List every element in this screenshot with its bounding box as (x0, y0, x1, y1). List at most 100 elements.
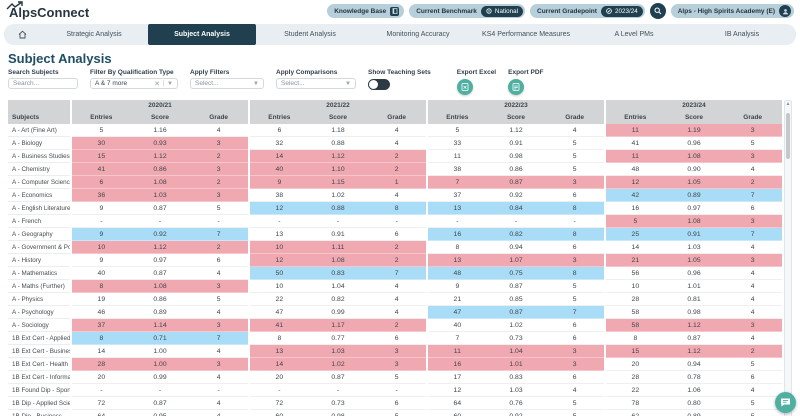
apply-comparisons-select[interactable]: Select... ▼ (276, 78, 356, 89)
chevron-down-icon[interactable]: ▼ (253, 81, 259, 87)
current-gradepoint-pill[interactable]: Current Gradepoint 2023/24 (530, 4, 645, 18)
select-divider (163, 80, 164, 87)
grade-cell: 3 (723, 215, 782, 227)
table-row[interactable]: A - Government & Polit..101.122101.11280… (8, 241, 782, 254)
entries-cell: 12 (428, 384, 487, 396)
chevron-down-icon[interactable]: ▼ (167, 81, 173, 87)
account-pill[interactable]: Alps - High Spirits Academy (E) (671, 4, 794, 18)
entries-cell: 78 (606, 397, 665, 409)
export-excel-button[interactable] (457, 79, 473, 95)
year-cell-group: 51.083 (606, 215, 782, 228)
entries-cell: 28 (606, 371, 665, 383)
table-row[interactable]: 1B Dip - Business640.954600.985600.92562… (8, 410, 782, 416)
table-row[interactable]: A - Geography90.927130.916160.828250.917 (8, 228, 782, 241)
table-row[interactable]: 1B Found Dip - Sport------121.034221.064 (8, 384, 782, 397)
table-row[interactable]: 1B Dip - Applied Science720.874720.73664… (8, 397, 782, 410)
score-cell: 1.08 (665, 150, 724, 162)
score-cell: 1.04 (309, 280, 368, 292)
year-cell-group: 111.043 (428, 345, 604, 358)
qualification-type-select[interactable]: A & 7 more ✕ ▼ (90, 78, 178, 89)
table-row[interactable]: 1B Ext Cert - Applied S..80.71780.77670.… (8, 332, 782, 345)
column-header-score: Score (487, 111, 546, 124)
year-cell-group: 281.003 (72, 358, 248, 371)
year-cell-group: 380.865 (428, 163, 604, 176)
table-row[interactable]: A - Mathematics400.874500.837480.758560.… (8, 267, 782, 280)
tab-monitoring-accuracy[interactable]: Monitoring Accuracy (364, 24, 472, 45)
export-pdf-label: Export PDF (508, 69, 543, 76)
table-row[interactable]: A - Biology300.933320.884330.915410.965 (8, 137, 782, 150)
entries-cell: 9 (72, 202, 131, 214)
gradepoint-check-icon (606, 8, 612, 14)
table-scrollbar[interactable]: ▲ (784, 100, 792, 416)
grade-cell: 7 (723, 189, 782, 201)
export-pdf-button[interactable] (508, 79, 524, 95)
score-cell: - (487, 215, 546, 227)
help-chat-fab[interactable] (775, 392, 796, 413)
chevron-down-icon[interactable]: ▼ (345, 81, 351, 87)
table-row[interactable]: A - French---------51.083 (8, 215, 782, 228)
show-teaching-sets-toggle[interactable] (368, 79, 390, 90)
table-row[interactable]: A - Sociology371.143411.172401.026581.12… (8, 319, 782, 332)
entries-cell: 64 (72, 410, 131, 416)
export-excel-label: Export Excel (457, 69, 496, 76)
score-cell: 1.19 (665, 124, 724, 136)
qualification-type-label: Filter By Qualification Type (90, 69, 178, 76)
search-subjects-input[interactable]: Search... (8, 78, 78, 89)
table-row[interactable]: A - Physics190.865220.824210.855280.814 (8, 293, 782, 306)
score-cell: 1.12 (665, 345, 724, 357)
year-cell-group: 420.897 (606, 189, 782, 202)
scroll-up-icon[interactable]: ▲ (785, 101, 791, 108)
knowledge-base-pill[interactable]: Knowledge Base (327, 4, 404, 18)
entries-cell: 13 (428, 254, 487, 266)
table-row[interactable]: A - Maths (Further)81.083101.04490.87510… (8, 280, 782, 293)
table-row[interactable]: A - Chemistry410.863401.102380.865480.90… (8, 163, 782, 176)
current-benchmark-pill[interactable]: Current Benchmark National (409, 4, 525, 18)
score-cell: 1.08 (309, 254, 368, 266)
score-cell: 1.00 (131, 345, 190, 357)
tab-ks4-performance-measures[interactable]: KS4 Performance Measures (472, 24, 580, 45)
table-row[interactable]: A - English Literature90.875120.888130.8… (8, 202, 782, 215)
subject-cell: A - Government & Polit.. (8, 241, 70, 254)
search-placeholder: Search... (13, 80, 73, 87)
clear-icon[interactable]: ✕ (154, 80, 160, 88)
table-row[interactable]: A - Business Studies151.122141.122110.98… (8, 150, 782, 163)
table-row[interactable]: A - Art (Fine Art)51.16461.18451.124111.… (8, 124, 782, 137)
score-cell: 0.89 (131, 306, 190, 318)
year-cell-group: --- (250, 215, 426, 228)
table-row[interactable]: A - History90.976121.082131.073211.053 (8, 254, 782, 267)
year-cell-group: 480.758 (428, 267, 604, 280)
apply-filters-placeholder: Select... (195, 80, 253, 87)
tab-student-analysis[interactable]: Student Analysis (256, 24, 364, 45)
subject-cell: A - English Literature (8, 202, 70, 215)
score-cell: 1.03 (665, 241, 724, 253)
score-cell: 0.92 (487, 189, 546, 201)
nav-tabs: Strategic AnalysisSubject AnalysisStuden… (40, 24, 796, 45)
score-cell: 0.98 (665, 306, 724, 318)
search-button[interactable] (650, 3, 666, 19)
grade-cell: 3 (723, 150, 782, 162)
table-row[interactable]: A - Economics361.033381.024370.926420.89… (8, 189, 782, 202)
year-cell-group: 600.985 (250, 410, 426, 416)
grade-cell: 2 (367, 150, 426, 162)
subjects-header: Subjects (8, 111, 70, 124)
column-header-score: Score (309, 111, 368, 124)
grade-cell: 4 (189, 306, 248, 318)
tab-ib-analysis[interactable]: IB Analysis (688, 24, 796, 45)
year-cell-group: 141.122 (250, 150, 426, 163)
table-row[interactable]: 1B Ext Cert - Health & ..281.003141.0231… (8, 358, 782, 371)
entries-cell: 42 (606, 189, 665, 201)
table-row[interactable]: A - Computer Science61.08291.15170.87312… (8, 176, 782, 189)
benchmark-badge: National (481, 6, 523, 17)
table-row[interactable]: A - Psychology460.894470.994470.877580.9… (8, 306, 782, 319)
nav-home-button[interactable] (4, 24, 40, 45)
grade-cell: 5 (189, 293, 248, 305)
table-row[interactable]: 1B Ext Cert - Business141.004131.033111.… (8, 345, 782, 358)
table-row[interactable]: 1B Ext Cert - Informatio..200.994200.875… (8, 371, 782, 384)
subject-analysis-table: 2020/212021/222022/232023/24 SubjectsEnt… (8, 100, 792, 416)
tab-a-level-pms[interactable]: A Level PMs (580, 24, 688, 45)
tab-strategic-analysis[interactable]: Strategic Analysis (40, 24, 148, 45)
scrollbar-thumb[interactable] (786, 113, 790, 159)
tab-subject-analysis[interactable]: Subject Analysis (148, 24, 256, 45)
entries-cell: 16 (606, 202, 665, 214)
apply-filters-select[interactable]: Select... ▼ (190, 78, 264, 89)
